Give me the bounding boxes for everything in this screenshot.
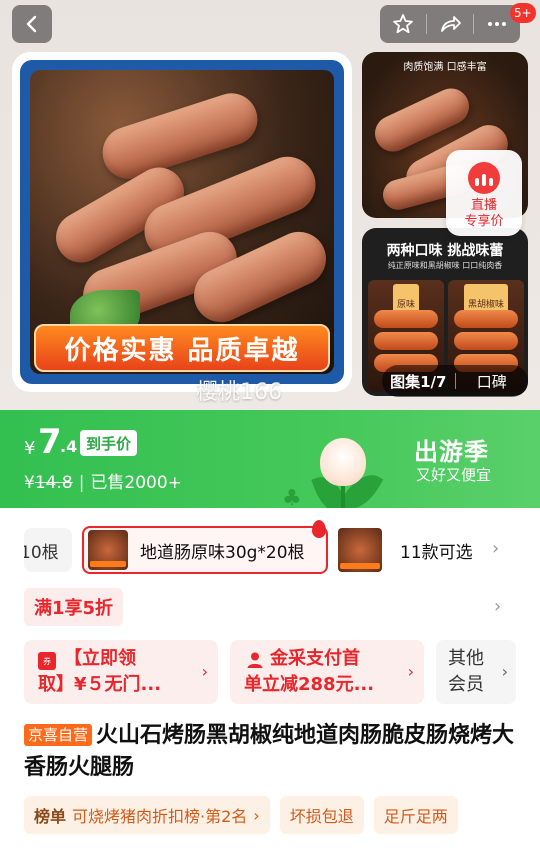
price-integer: 7 — [38, 422, 62, 462]
product-gallery[interactable]: 价格实惠 品质卓越 樱桃166 肉质饱满 口感丰富 两种口味 挑战味蕾 纯正原味… — [0, 0, 540, 410]
side-image-2-subcaption: 纯正原味和黑胡椒味 口口纯肉香 — [387, 261, 503, 270]
chevron-right-icon: › — [253, 805, 260, 825]
favorite-button[interactable] — [380, 5, 426, 43]
review-tab[interactable]: 口碑 — [456, 371, 529, 392]
coupon-card[interactable]: 券 【立即领 取】¥５无门... › — [24, 640, 218, 704]
back-icon — [26, 15, 37, 33]
promo-title: 出游季 — [414, 438, 489, 466]
top-actions — [380, 5, 520, 43]
notification-badge: 5+ — [510, 3, 536, 23]
live-price-badge[interactable]: 直播 专享价 — [446, 150, 522, 236]
tulip-decoration — [320, 438, 366, 486]
promo-subtitle: 又好又便宜 — [416, 466, 492, 484]
full-weight-tag[interactable]: 足斤足两 — [373, 796, 458, 834]
price-band: ¥ 7 .4 到手价 ¥14.8 | 已售2000+ ♣ 出游季 又好又便宜 — [0, 410, 540, 508]
sku-option-selected[interactable]: 地道肠原味30g*20根 — [82, 526, 328, 574]
discount-tag[interactable]: 满1享5折 — [24, 588, 124, 626]
price-decimal: .4 — [60, 437, 78, 456]
chevron-right-icon: › — [201, 662, 208, 681]
chevron-right-icon: › — [501, 662, 508, 681]
more-icon — [488, 22, 506, 26]
chevron-right-icon: › — [407, 662, 414, 681]
image-watermark: 樱桃166 — [196, 380, 282, 405]
album-counter[interactable]: 图集1/7 — [382, 371, 455, 392]
chevron-right-icon[interactable]: › — [492, 538, 499, 559]
price-currency: ¥ — [24, 438, 36, 459]
clover-icon: ♣ — [282, 486, 302, 508]
member-benefit-card[interactable]: 其他 会员 › — [436, 640, 516, 704]
side-image-2-caption: 两种口味 挑战味蕾 — [386, 243, 504, 259]
sku-selected-label: 地道肠原味30g*20根 — [140, 542, 305, 563]
service-tags: 榜单 可烧烤猪肉折扣榜·第2名 › 坏损包退 足斤足两 — [24, 796, 458, 834]
sold-count: 已售2000+ — [90, 473, 182, 493]
sku-count[interactable]: 11款可选 — [400, 538, 473, 563]
sku-thumbnail — [88, 530, 128, 570]
sku-selector: 10根 地道肠原味30g*20根 11款可选 › — [24, 520, 524, 574]
hot-flame-icon — [312, 520, 326, 538]
chevron-right-icon[interactable]: › — [494, 596, 501, 617]
sku-option-next[interactable] — [338, 528, 382, 572]
main-image-banner: 价格实惠 品质卓越 — [34, 324, 330, 372]
rank-tag[interactable]: 榜单 可烧烤猪肉折扣榜·第2名 › — [24, 796, 270, 834]
share-button[interactable] — [427, 5, 473, 43]
share-icon — [441, 16, 461, 32]
payment-discount-card[interactable]: 金采支付首 单立减288元... › — [230, 640, 424, 704]
album-switcher[interactable]: 图集1/7 口碑 — [382, 365, 528, 397]
live-icon — [468, 162, 500, 194]
side-image-1-caption: 肉质饱满 口感丰富 — [403, 62, 487, 73]
final-price-label: 到手价 — [80, 430, 138, 456]
back-button[interactable] — [12, 5, 52, 43]
product-title: 京喜自营 火山石烤肠黑胡椒纯地道肉肠脆皮肠烧烤大香肠火腿肠 — [24, 723, 515, 780]
original-price: 14.8 — [34, 473, 73, 493]
main-product-image[interactable]: 价格实惠 品质卓越 — [12, 52, 352, 392]
store-badge: 京喜自营 — [24, 724, 93, 746]
original-price-row: ¥14.8 | 已售2000+ — [24, 473, 182, 493]
damage-refund-tag[interactable]: 坏损包退 — [279, 796, 364, 834]
sku-option-prev[interactable]: 10根 — [24, 528, 72, 572]
star-icon — [393, 14, 413, 34]
